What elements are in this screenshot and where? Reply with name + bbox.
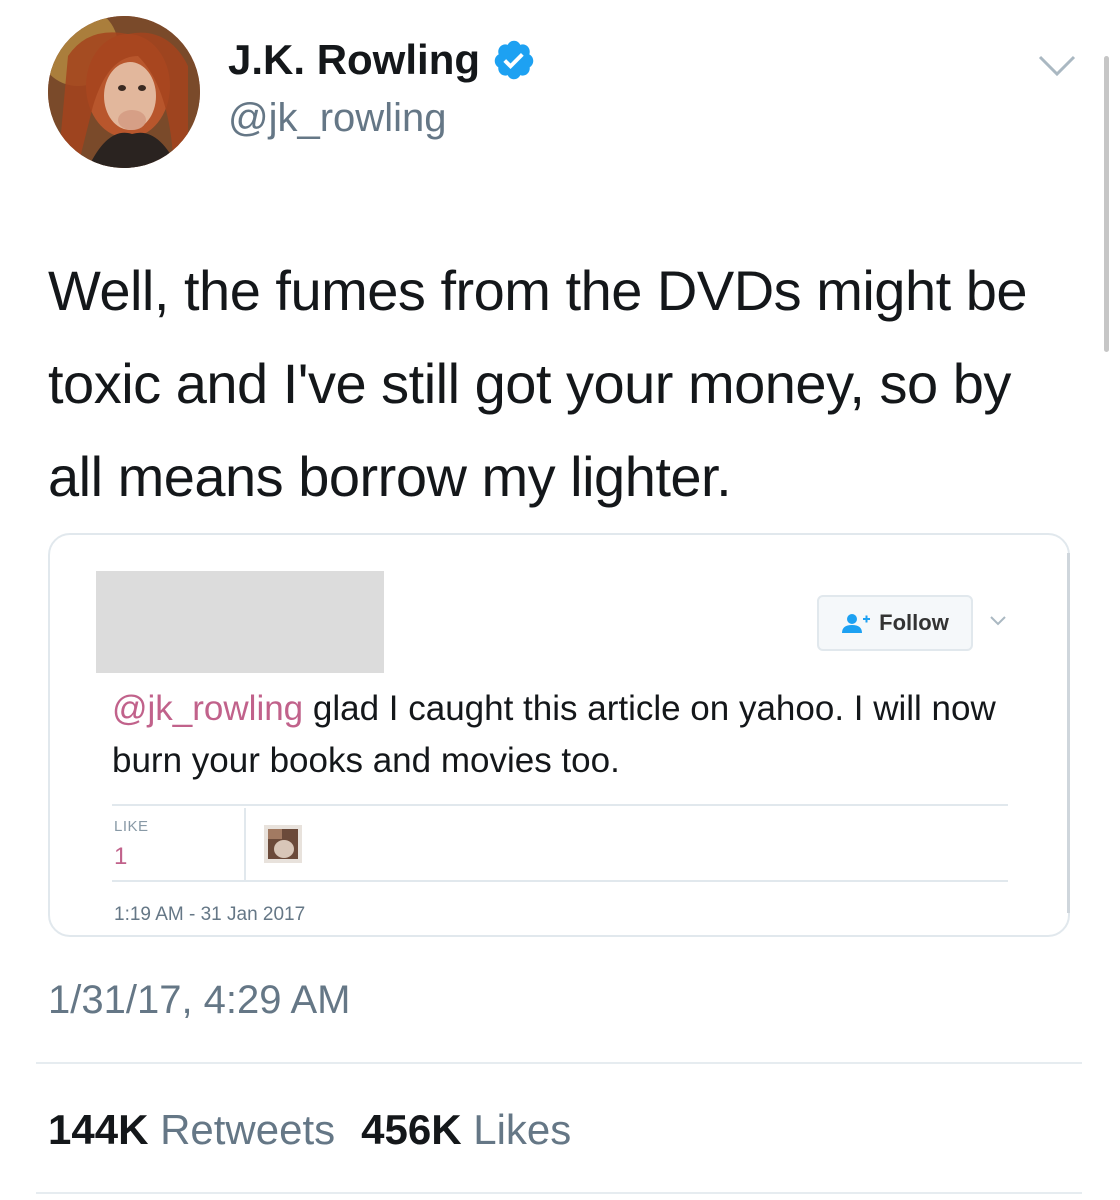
divider (36, 1062, 1082, 1064)
like-label: LIKE (114, 818, 149, 835)
tweet-timestamp[interactable]: 1/31/17, 4:29 AM (48, 978, 350, 1023)
divider (112, 804, 1008, 806)
author-name-text[interactable]: J.K. Rowling (228, 36, 480, 84)
likes-stat[interactable]: 456K Likes (361, 1106, 571, 1154)
author-name[interactable]: J.K. Rowling (228, 36, 536, 84)
verified-badge-icon (494, 40, 534, 80)
like-count[interactable]: 1 (114, 843, 127, 871)
scrollbar[interactable] (1104, 56, 1109, 352)
quoted-tweet-card[interactable]: Follow @jk_rowling glad I caught this ar… (48, 533, 1070, 937)
mention-link[interactable]: @jk_rowling (112, 689, 303, 728)
liker-avatar[interactable] (264, 825, 302, 863)
card-edge-shadow (1067, 553, 1070, 913)
divider (244, 808, 246, 880)
follow-label: Follow (879, 610, 949, 635)
follow-button[interactable]: Follow (817, 595, 973, 651)
chevron-down-icon[interactable] (990, 615, 1006, 627)
tweet-stats: 144K Retweets 456K Likes (48, 1106, 571, 1154)
redacted-user-block (96, 571, 384, 673)
divider (112, 880, 1008, 882)
retweets-stat[interactable]: 144K Retweets (48, 1106, 335, 1154)
divider (36, 1192, 1082, 1194)
author-avatar[interactable] (48, 16, 200, 168)
retweets-label: Retweets (160, 1106, 336, 1153)
chevron-down-icon[interactable] (1038, 54, 1076, 78)
likes-label: Likes (473, 1106, 572, 1153)
author-handle[interactable]: @jk_rowling (228, 96, 446, 141)
add-user-icon (842, 614, 871, 633)
likes-count: 456K (361, 1106, 462, 1153)
retweets-count: 144K (48, 1106, 149, 1153)
quoted-tweet-date[interactable]: 1:19 AM - 31 Jan 2017 (114, 904, 305, 926)
tweet-text: Well, the fumes from the DVDs might be t… (48, 259, 1028, 508)
quoted-tweet-text: @jk_rowling glad I caught this article o… (112, 683, 1012, 787)
